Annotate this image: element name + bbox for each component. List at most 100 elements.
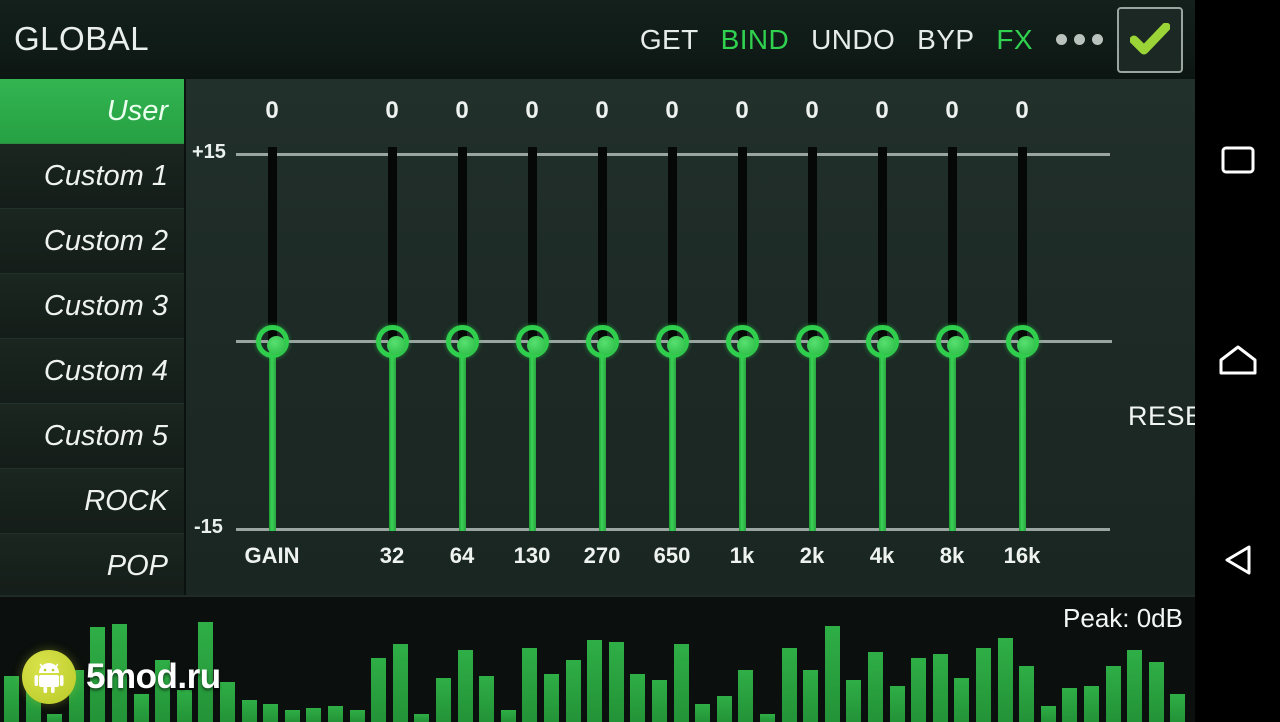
sidebar-item-pop[interactable]: POP: [0, 534, 184, 595]
eq-band-track-upper[interactable]: [458, 147, 467, 341]
eq-band-track-lower[interactable]: [739, 345, 746, 531]
spectrum-bar: [889, 686, 905, 722]
spectrum-bar: [457, 650, 473, 722]
spectrum-bar: [911, 658, 927, 722]
eq-band-track-upper[interactable]: [528, 147, 537, 341]
eq-band-thumb[interactable]: [446, 325, 479, 358]
spectrum-bar: [414, 714, 430, 722]
eq-band-32[interactable]: 0 32: [357, 79, 427, 595]
android-navigation-bar: [1195, 0, 1280, 720]
spectrum-bar: [587, 640, 603, 722]
eq-band-track-upper[interactable]: [268, 147, 277, 341]
eq-band-track-lower[interactable]: [949, 345, 956, 531]
eq-band-thumb[interactable]: [936, 325, 969, 358]
spectrum-bar: [997, 638, 1013, 722]
spectrum-bar: [220, 682, 235, 722]
preset-sidebar[interactable]: User Custom 1 Custom 2 Custom 3 Custom 4 Cust…: [0, 79, 184, 595]
eq-band-track-upper[interactable]: [388, 147, 397, 341]
eq-band-thumb[interactable]: [796, 325, 829, 358]
eq-band-thumb[interactable]: [256, 325, 289, 358]
sidebar-item-rock[interactable]: ROCK: [0, 469, 184, 534]
spectrum-bar: [954, 678, 970, 722]
eq-band-track-upper[interactable]: [808, 147, 817, 341]
recents-square-icon: [1221, 146, 1254, 174]
sidebar-item-custom-1[interactable]: Custom 1: [0, 144, 184, 209]
eq-band-track-upper[interactable]: [668, 147, 677, 341]
eq-band-track-upper[interactable]: [598, 147, 607, 341]
eq-band-1k[interactable]: 0 1k: [707, 79, 777, 595]
sidebar-item-custom-2[interactable]: Custom 2: [0, 209, 184, 274]
watermark-text: 5mod.ru: [86, 657, 221, 696]
eq-band-thumb-center: [527, 336, 546, 355]
eq-band-thumb[interactable]: [656, 325, 689, 358]
eq-band-track-lower[interactable]: [669, 345, 676, 531]
header-action-byp[interactable]: BYP: [906, 0, 985, 79]
eq-band-track-lower[interactable]: [529, 345, 536, 531]
eq-band-track-upper[interactable]: [878, 147, 887, 341]
eq-band-value: 0: [875, 97, 889, 124]
eq-band-8k[interactable]: 0 8k: [917, 79, 987, 595]
eq-band-track-lower[interactable]: [809, 345, 816, 531]
eq-band-thumb[interactable]: [516, 325, 549, 358]
eq-band-thumb[interactable]: [586, 325, 619, 358]
spectrum-bar: [500, 710, 516, 722]
spectrum-bar: [781, 648, 797, 722]
sidebar-item-user[interactable]: User: [0, 79, 184, 144]
eq-band-2k[interactable]: 0 2k: [777, 79, 847, 595]
spectrum-bar: [522, 648, 538, 722]
back-triangle-icon: [1225, 545, 1250, 575]
spectrum-bar: [652, 680, 667, 722]
eq-band-value: 0: [455, 97, 469, 124]
eq-band-4k[interactable]: 0 4k: [847, 79, 917, 595]
eq-band-gain[interactable]: 0 GAIN: [237, 79, 307, 595]
spectrum-bar: [565, 660, 581, 722]
eq-band-track-lower[interactable]: [599, 345, 606, 531]
eq-band-thumb[interactable]: [1006, 325, 1039, 358]
eq-band-16k[interactable]: 0 16k: [987, 79, 1057, 595]
eq-band-value: 0: [1015, 97, 1029, 124]
header-action-bind[interactable]: BIND: [710, 0, 801, 79]
eq-band-thumb-center: [1017, 336, 1036, 355]
bottom-scale-label: -15: [194, 516, 223, 538]
eq-band-track-upper[interactable]: [948, 147, 957, 341]
spectrum-bar: [371, 658, 387, 722]
eq-band-track-lower[interactable]: [269, 345, 276, 531]
eq-band-64[interactable]: 0 64: [427, 79, 497, 595]
header-action-fx[interactable]: FX: [985, 0, 1044, 79]
eq-band-track-lower[interactable]: [879, 345, 886, 531]
eq-band-thumb-center: [877, 336, 896, 355]
header-action-get[interactable]: GET: [629, 0, 710, 79]
header-action-undo[interactable]: UNDO: [800, 0, 906, 79]
sidebar-item-custom-4[interactable]: Custom 4: [0, 339, 184, 404]
sidebar-item-custom-3[interactable]: Custom 3: [0, 274, 184, 339]
spectrum-bar: [976, 648, 991, 722]
eq-band-value: 0: [665, 97, 679, 124]
peak-label: Peak: 0dB: [1063, 603, 1183, 633]
eq-band-270[interactable]: 0 270: [567, 79, 637, 595]
eq-band-value: 0: [265, 97, 279, 124]
eq-band-thumb[interactable]: [376, 325, 409, 358]
back-button[interactable]: [1195, 530, 1280, 590]
eq-band-track-lower[interactable]: [389, 345, 396, 531]
reset-button[interactable]: RESET: [1128, 401, 1197, 432]
eq-band-frequency-label: 16k: [1003, 543, 1041, 568]
eq-band-track-lower[interactable]: [1019, 345, 1026, 531]
home-icon: [1219, 345, 1256, 375]
eq-band-130[interactable]: 0 130: [497, 79, 567, 595]
home-button[interactable]: [1195, 330, 1280, 390]
eq-band-thumb[interactable]: [726, 325, 759, 358]
spectrum-bar: [1019, 666, 1035, 722]
eq-band-track-upper[interactable]: [1018, 147, 1027, 341]
eq-band-thumb[interactable]: [866, 325, 899, 358]
confirm-button[interactable]: [1117, 6, 1183, 73]
dot: [1056, 34, 1067, 45]
sidebar-item-custom-5[interactable]: Custom 5: [0, 404, 184, 469]
eq-band-650[interactable]: 0 650: [637, 79, 707, 595]
recents-button[interactable]: [1195, 130, 1280, 190]
eq-band-track-upper[interactable]: [738, 147, 747, 341]
eq-band-value: 0: [385, 97, 399, 124]
more-options-icon[interactable]: [1044, 34, 1117, 45]
spectrum-bar: [4, 676, 19, 722]
eq-band-thumb-center: [947, 336, 966, 355]
eq-band-track-lower[interactable]: [459, 345, 466, 531]
